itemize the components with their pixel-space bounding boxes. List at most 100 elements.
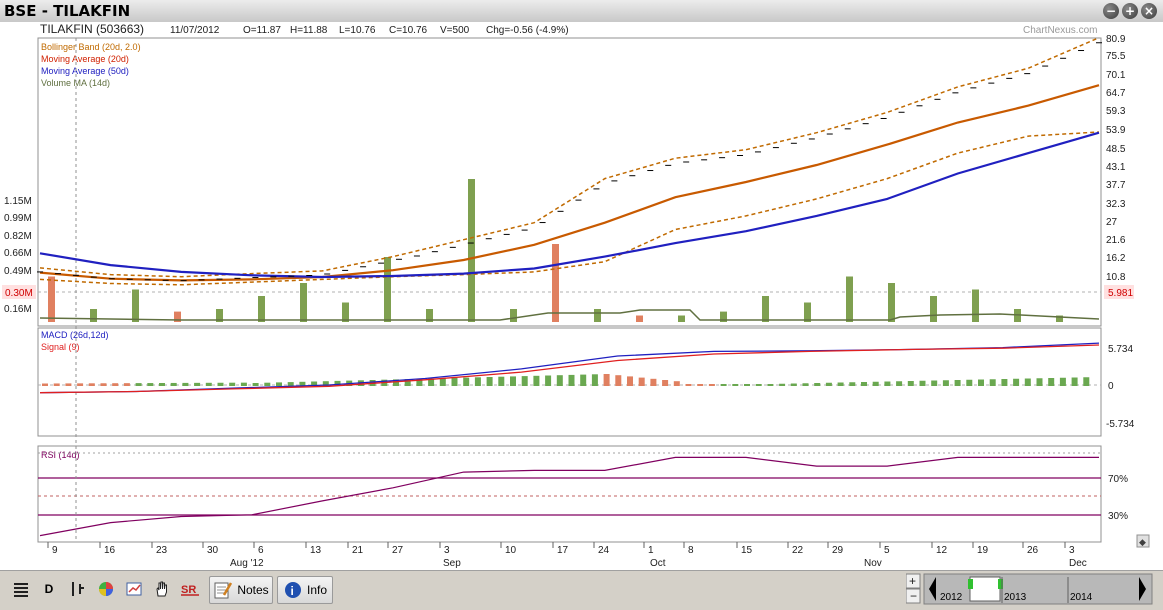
x-tick-label: 22 (792, 545, 804, 556)
x-tick-label: 27 (392, 545, 404, 556)
x-months: Aug '12 Sep Oct Nov Dec (230, 558, 1087, 569)
legend-macd: MACD (26d,12d) (41, 330, 109, 340)
x-tick-label: 8 (688, 545, 694, 556)
volume-axis: 1.15M 0.99M 0.82M 0.66M 0.49M (4, 196, 32, 277)
chart-svg[interactable]: TILAKFIN (503663) 11/07/2012 O=11.87 H=1… (0, 22, 1163, 570)
legend-signal: Signal (9) (41, 342, 80, 352)
macd-hist-bar (568, 374, 575, 386)
macd-hist-bar (276, 382, 282, 386)
macd-hist-bar (217, 382, 224, 386)
macd-hist-bar (872, 381, 879, 386)
support-resistance-button[interactable]: SR (178, 576, 202, 602)
header-close: C=10.76 (389, 25, 428, 36)
volume-tick: 0.66M (4, 248, 32, 259)
x-tick-label: 5 (884, 545, 890, 556)
macd-hist-bar (229, 382, 236, 386)
color-button[interactable] (94, 576, 118, 602)
macd-hist-bar (439, 378, 446, 386)
macd-hist-bar (767, 384, 774, 386)
volume-bar (258, 296, 265, 322)
macd-hist-bar (463, 377, 470, 386)
x-month: Dec (1069, 558, 1087, 569)
macd-hist-bar (825, 382, 832, 386)
macd-hist-bar (720, 384, 727, 386)
price-tick: 48.5 (1106, 144, 1126, 155)
rsi-tick: 30% (1108, 511, 1128, 522)
timeline-navigator[interactable]: + − 2012 2013 2014 (905, 573, 1156, 605)
header-high: H=11.88 (290, 25, 328, 36)
macd-hist-bar (907, 381, 914, 386)
info-icon: i (284, 582, 301, 598)
macd-hist-bar (919, 380, 926, 386)
price-panel (37, 37, 1102, 327)
notes-button[interactable]: Notes (209, 576, 273, 604)
volume-bar (636, 315, 643, 322)
navigator-window[interactable] (969, 576, 1001, 602)
x-tick-label: 30 (207, 545, 219, 556)
nav-handle-left[interactable] (968, 579, 973, 589)
header-open: O=11.87 (243, 25, 281, 36)
period-button[interactable]: D (38, 576, 60, 602)
macd-hist-bar (510, 376, 516, 386)
macd-hist-bar (989, 379, 996, 386)
chart-area[interactable]: TILAKFIN (503663) 11/07/2012 O=11.87 H=1… (0, 22, 1163, 570)
header-date: 11/07/2012 (170, 25, 220, 36)
color-wheel-icon (99, 582, 113, 596)
candle-type-button[interactable] (64, 576, 90, 602)
macd-hist-bar (685, 384, 692, 386)
macd-hist-bar (1001, 379, 1008, 386)
macd-hist-bar (884, 381, 891, 386)
macd-hist-bar (42, 383, 48, 386)
minus-icon: − (910, 589, 917, 603)
macd-tick: 0 (1108, 381, 1114, 392)
close-button[interactable]: × (1141, 3, 1157, 19)
maximize-button[interactable]: + (1122, 3, 1138, 19)
volume-tick: 0.16M (4, 304, 32, 315)
macd-hist-bar (65, 383, 72, 386)
price-axis: 80.9 75.5 70.1 64.7 59.3 53.9 48.5 43.1 … (1106, 34, 1126, 283)
volume-bar (678, 315, 685, 322)
volume-bar (300, 283, 307, 322)
menu-button[interactable] (8, 576, 34, 602)
nav-year: 2012 (940, 592, 963, 603)
header-symbol: TILAKFIN (503663) (40, 22, 144, 36)
x-tick-label: 26 (1027, 545, 1039, 556)
macd-hist-bar (1083, 377, 1090, 386)
svg-text:i: i (290, 584, 293, 598)
x-tick-label: 19 (977, 545, 989, 556)
macd-hist-bar (287, 382, 294, 386)
legend-bollinger: Bollinger Band (20d, 2.0) (41, 42, 141, 52)
rsi-panel (37, 445, 1102, 543)
x-tick-label: 10 (505, 545, 517, 556)
macd-hist-bar (1036, 378, 1043, 386)
x-month: Nov (864, 558, 882, 569)
macd-hist-bar (662, 380, 669, 386)
macd-hist-bar (814, 383, 821, 386)
watermark: ChartNexus.com (1023, 25, 1097, 36)
macd-hist-bar (498, 376, 505, 386)
indicators-button[interactable] (122, 576, 146, 602)
nav-year: 2013 (1004, 592, 1027, 603)
price-tick: 64.7 (1106, 88, 1126, 99)
macd-hist-bar (591, 374, 598, 386)
macd-hist-bar (954, 380, 961, 386)
macd-hist-bar (474, 377, 481, 386)
volume-bar (468, 179, 475, 322)
x-tick-label: 1 (648, 545, 654, 556)
macd-hist-bar (135, 383, 142, 386)
volume-tick: 0.49M (4, 266, 32, 277)
x-tick-label: 29 (832, 545, 844, 556)
volume-bar (930, 296, 937, 322)
minimize-button[interactable]: − (1103, 3, 1119, 19)
info-button[interactable]: i Info (277, 576, 333, 604)
macd-hist-bar (708, 384, 715, 386)
macd-hist-bar (170, 382, 177, 386)
legend-ma20: Moving Average (20d) (41, 54, 129, 64)
macd-hist-bar (978, 379, 984, 386)
x-tick-label: 15 (741, 545, 753, 556)
macd-hist-bar (744, 384, 750, 386)
volume-bar (384, 257, 391, 322)
pan-button[interactable] (150, 576, 174, 602)
x-tick-label: 3 (1069, 545, 1075, 556)
volume-bar (342, 302, 349, 322)
